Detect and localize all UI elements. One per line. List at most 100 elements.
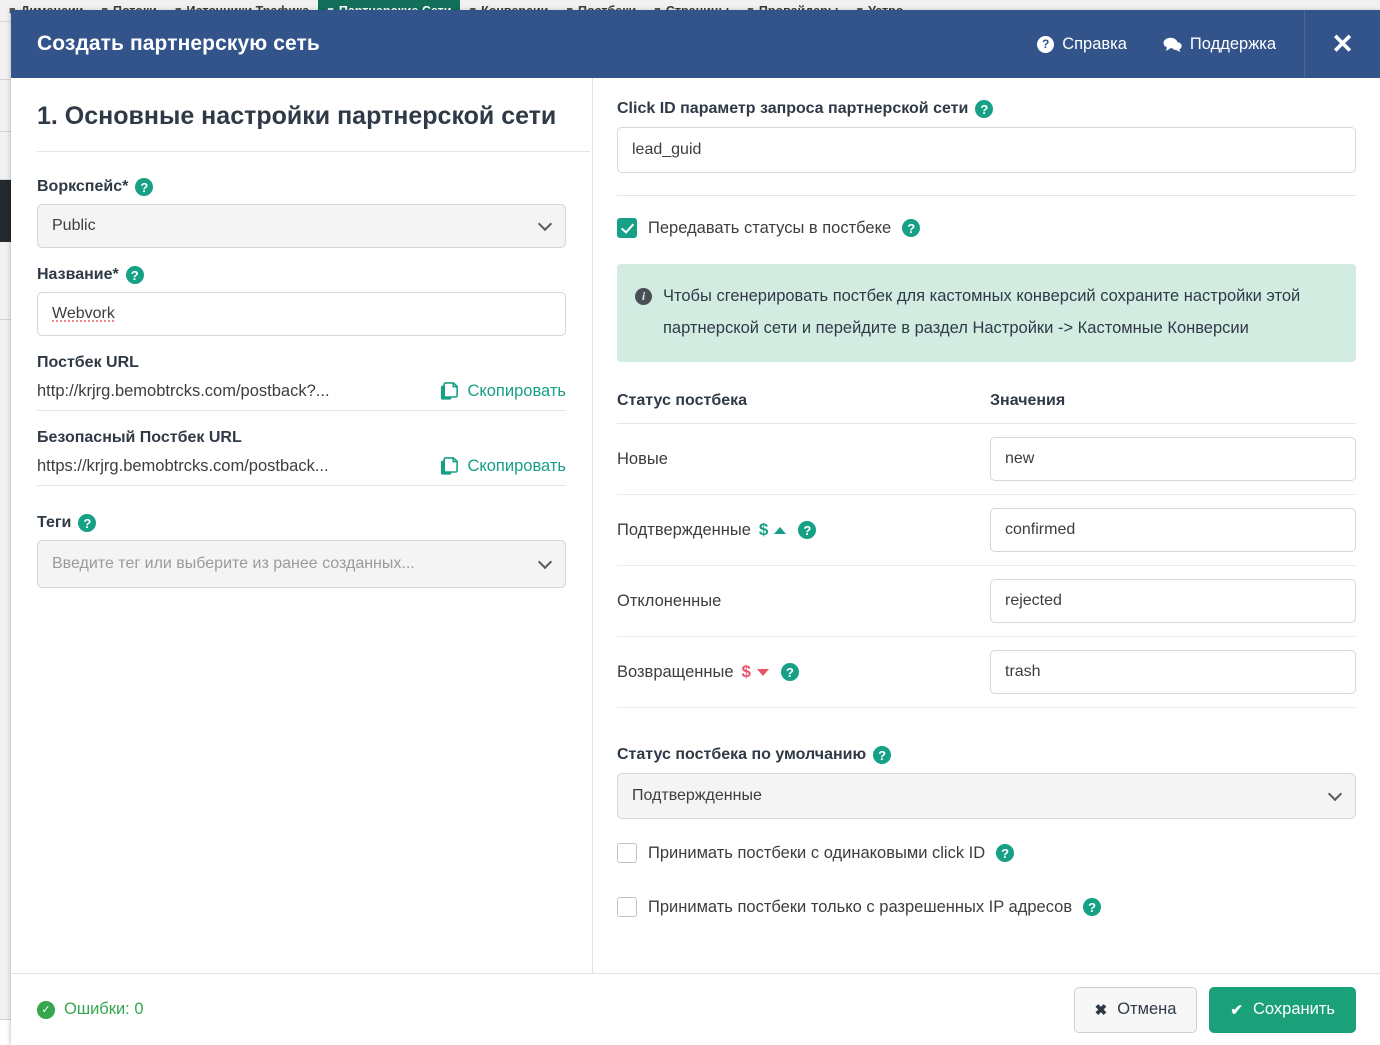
allowed-ip-row[interactable]: Принимать постбеки только с разрешенных … bbox=[617, 897, 1356, 918]
save-button[interactable]: ✔ Сохранить bbox=[1209, 986, 1356, 1033]
copy-postback-url-button[interactable]: Скопировать bbox=[426, 382, 566, 401]
dialog-footer: ✓ Ошибки: 0 ✖ Отмена ✔ Сохранить bbox=[11, 973, 1380, 1045]
status-value: trash bbox=[1005, 663, 1041, 681]
workspace-help-icon[interactable]: ? bbox=[135, 178, 154, 196]
payout-increase-dollar-icon: $ bbox=[758, 520, 769, 540]
payout-decrease-dollar-icon: $ bbox=[741, 662, 751, 682]
dialog-title: Создать партнерскую сеть bbox=[37, 32, 320, 55]
workspace-field: Воркспейс* ? Public bbox=[37, 178, 566, 248]
default-status-help-icon[interactable]: ? bbox=[873, 746, 892, 765]
table-header-row: Статус постбека Значения bbox=[617, 392, 1356, 425]
value-cell: new bbox=[976, 423, 1356, 496]
copy-secure-postback-url-label: Скопировать bbox=[467, 457, 566, 475]
status-value: rejected bbox=[1005, 592, 1062, 610]
dialog-body: 1. Основные настройки партнерской сети В… bbox=[11, 78, 1380, 973]
help-link[interactable]: ? Справка bbox=[1019, 35, 1145, 54]
pass-statuses-help-icon[interactable]: ? bbox=[902, 219, 921, 237]
tags-label: Теги ? bbox=[37, 514, 566, 532]
allowed-ip-help-icon[interactable]: ? bbox=[1083, 898, 1102, 917]
chevron-down-icon bbox=[1327, 787, 1343, 802]
column-header-status: Статус постбека bbox=[617, 392, 976, 425]
same-clickid-label: Принимать постбеки с одинаковыми click I… bbox=[648, 843, 986, 862]
dialog-header: Создать партнерскую сеть ? Справка Подде… bbox=[11, 10, 1380, 78]
close-icon[interactable]: ✕ bbox=[1304, 10, 1380, 78]
name-help-icon[interactable]: ? bbox=[125, 266, 144, 284]
tags-help-icon[interactable]: ? bbox=[78, 514, 97, 532]
copy-secure-postback-url-button[interactable]: Скопировать bbox=[426, 457, 566, 476]
status-value: new bbox=[1005, 450, 1035, 468]
workspace-select[interactable]: Public bbox=[37, 204, 566, 248]
name-field: Название* ? Webvork bbox=[37, 266, 566, 336]
tags-field: Теги ? Введите тег или выберите из ранее… bbox=[37, 514, 566, 588]
info-note: i Чтобы сгенерировать постбек для кастом… bbox=[617, 264, 1356, 363]
workspace-label: Воркспейс* ? bbox=[37, 178, 566, 196]
postback-url-value: http://krjrg.bemobtrcks.com/postback?... bbox=[37, 382, 330, 400]
status-value-input[interactable]: rejected bbox=[990, 579, 1356, 624]
right-pane: Click ID параметр запроса партнерской се… bbox=[593, 78, 1380, 973]
check-circle-icon: ✓ bbox=[37, 1000, 55, 1019]
click-id-label-text: Click ID параметр запроса партнерской се… bbox=[617, 100, 969, 117]
status-cell: Новые bbox=[617, 423, 976, 496]
click-id-value: lead_guid bbox=[632, 141, 702, 158]
same-clickid-checkbox[interactable] bbox=[617, 843, 637, 864]
pass-statuses-label: Передавать статусы в постбеке bbox=[648, 218, 892, 237]
click-id-help-icon[interactable]: ? bbox=[975, 100, 994, 118]
arrow-down-icon bbox=[756, 668, 769, 676]
returned-help-icon[interactable]: ? bbox=[780, 663, 799, 682]
status-label: Новые bbox=[617, 449, 668, 468]
postback-url-field: Постбек URL http://krjrg.bemobtrcks.com/… bbox=[37, 354, 566, 411]
status-cell: Подтвержденные $ ? bbox=[617, 494, 976, 567]
value-cell: trash bbox=[976, 636, 1356, 709]
cancel-button[interactable]: ✖ Отмена bbox=[1073, 986, 1198, 1033]
copy-icon bbox=[440, 382, 459, 401]
value-cell: rejected bbox=[976, 565, 1356, 638]
name-input[interactable]: Webvork bbox=[37, 292, 566, 336]
allowed-ip-checkbox[interactable] bbox=[617, 897, 637, 918]
column-header-values: Значения bbox=[976, 392, 1356, 425]
status-cell: Возвращенные $ ? bbox=[617, 636, 976, 709]
tags-label-text: Теги bbox=[37, 514, 72, 531]
create-affiliate-network-dialog: Создать партнерскую сеть ? Справка Подде… bbox=[11, 10, 1380, 1045]
pass-statuses-row[interactable]: Передавать статусы в постбеке ? bbox=[617, 218, 1356, 238]
info-icon: i bbox=[635, 288, 652, 305]
pass-statuses-checkbox[interactable] bbox=[617, 218, 637, 238]
info-note-text: Чтобы сгенерировать постбек для кастомны… bbox=[663, 287, 1301, 338]
status-label: Возвращенные bbox=[617, 662, 734, 681]
status-name: Новые bbox=[617, 450, 976, 469]
same-clickid-row[interactable]: Принимать постбеки с одинаковыми click I… bbox=[617, 843, 1356, 864]
click-id-input[interactable]: lead_guid bbox=[617, 127, 1356, 173]
status-name: Возвращенные $ ? bbox=[617, 662, 976, 682]
status-name: Подтвержденные $ ? bbox=[617, 520, 976, 540]
cancel-button-label: Отмена bbox=[1117, 1000, 1177, 1018]
status-label: Подтвержденные bbox=[617, 520, 751, 539]
chat-icon bbox=[1163, 37, 1182, 52]
secure-postback-url-field: Безопасный Постбек URL https://krjrg.bem… bbox=[37, 429, 566, 486]
chevron-down-icon bbox=[537, 216, 553, 232]
table-row: Новые new bbox=[617, 423, 1356, 496]
default-status-field: Статус постбека по умолчанию ? Подтвержд… bbox=[617, 746, 1356, 820]
name-label-text: Название* bbox=[37, 266, 119, 283]
default-status-label: Статус постбека по умолчанию ? bbox=[617, 746, 1356, 765]
support-link[interactable]: Поддержка bbox=[1145, 35, 1294, 54]
status-value-input[interactable]: trash bbox=[990, 650, 1356, 695]
errors-status: ✓ Ошибки: 0 bbox=[37, 1000, 144, 1019]
name-label: Название* ? bbox=[37, 266, 566, 284]
status-label: Отклоненные bbox=[617, 591, 722, 610]
status-value-input[interactable]: confirmed bbox=[990, 508, 1356, 553]
postback-url-row: http://krjrg.bemobtrcks.com/postback?...… bbox=[37, 380, 566, 411]
default-status-label-text: Статус постбека по умолчанию bbox=[617, 746, 867, 764]
table-row: Возвращенные $ ? trash bbox=[617, 636, 1356, 709]
postback-status-table: Статус постбека Значения Новые new Подтв… bbox=[617, 392, 1356, 709]
name-value: Webvork bbox=[52, 305, 115, 322]
help-icon: ? bbox=[1037, 35, 1055, 53]
copy-postback-url-label: Скопировать bbox=[467, 382, 566, 400]
same-clickid-help-icon[interactable]: ? bbox=[996, 844, 1015, 863]
status-name: Отклоненные bbox=[617, 592, 976, 611]
workspace-value: Public bbox=[52, 217, 96, 234]
default-status-select[interactable]: Подтвержденные bbox=[617, 773, 1356, 820]
confirmed-help-icon[interactable]: ? bbox=[798, 521, 817, 540]
allowed-ip-label: Принимать постбеки только с разрешенных … bbox=[648, 897, 1073, 916]
status-value-input[interactable]: new bbox=[990, 437, 1356, 482]
click-id-field: Click ID параметр запроса партнерской се… bbox=[617, 100, 1356, 173]
tags-select[interactable]: Введите тег или выберите из ранее создан… bbox=[37, 540, 566, 588]
